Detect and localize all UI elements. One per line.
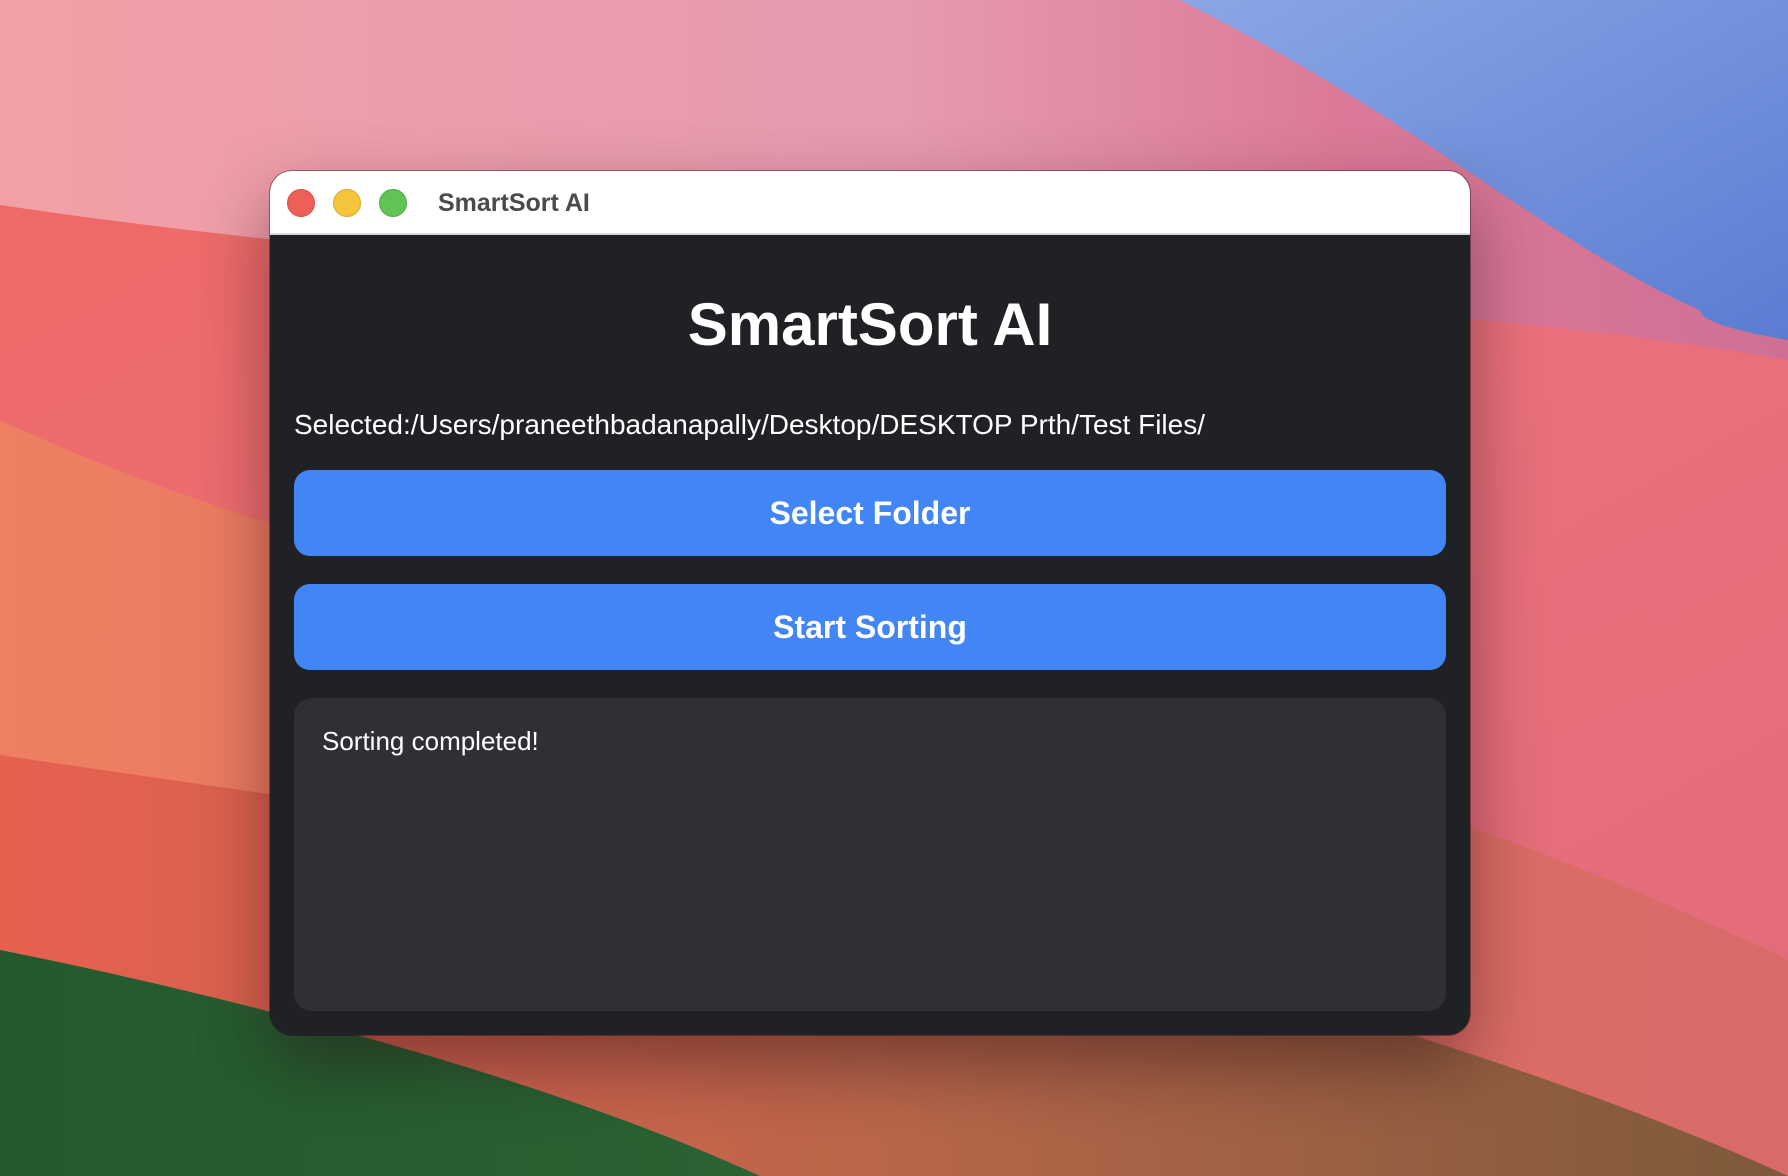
minimize-window-button[interactable] — [333, 189, 361, 217]
title-bar[interactable]: SmartSort AI — [270, 171, 1470, 235]
selected-folder-path: Selected:/Users/praneethbadanapally/Desk… — [294, 409, 1205, 440]
app-content: SmartSort AI Selected:/Users/praneethbad… — [270, 235, 1470, 1035]
start-sorting-button[interactable]: Start Sorting — [294, 584, 1446, 670]
app-heading: SmartSort AI — [687, 291, 1053, 358]
select-folder-button[interactable]: Select Folder — [294, 470, 1446, 556]
window-title: SmartSort AI — [438, 189, 590, 217]
status-log-area[interactable]: Sorting completed! — [294, 698, 1446, 1011]
app-window: SmartSort AI SmartSort AI Selected:/User… — [270, 171, 1470, 1035]
close-window-button[interactable] — [287, 189, 315, 217]
zoom-window-button[interactable] — [379, 189, 407, 217]
status-log-text: Sorting completed! — [322, 726, 539, 756]
